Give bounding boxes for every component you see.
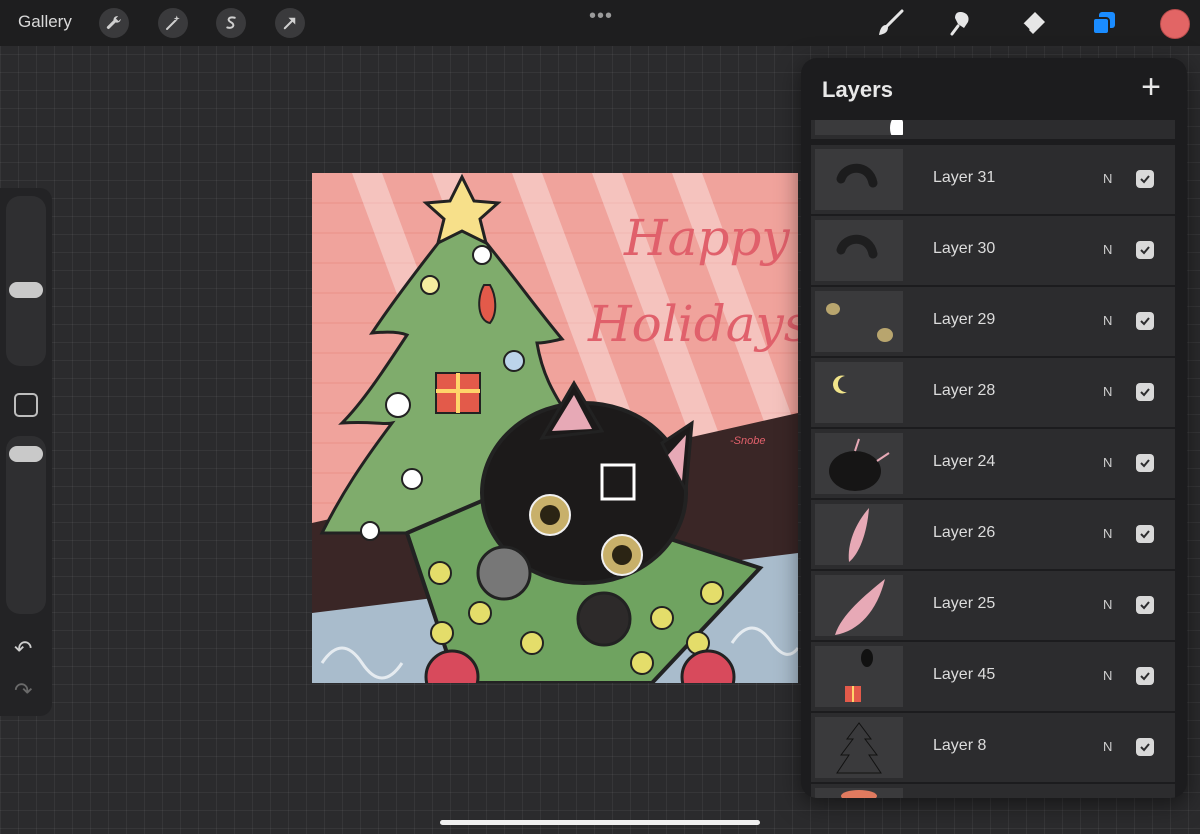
layer-name: Layer 31 xyxy=(933,169,996,186)
layer-row[interactable]: Layer 24 N xyxy=(811,429,1175,498)
layer-visibility-checkbox[interactable] xyxy=(1136,383,1154,401)
eraser-button[interactable] xyxy=(1016,6,1050,40)
checkmark-icon xyxy=(1140,317,1150,326)
layer-name: Layer 29 xyxy=(933,311,996,328)
left-sidebar: ↶ ↷ xyxy=(0,188,52,716)
checkmark-icon xyxy=(1140,530,1150,539)
layer-name: Layer 26 xyxy=(933,524,996,541)
checkmark-icon xyxy=(1140,175,1150,184)
layer-name: Layer 30 xyxy=(933,240,996,257)
smudge-icon xyxy=(950,12,969,36)
layer-visibility-checkbox[interactable] xyxy=(1136,241,1154,259)
layer-row[interactable]: Layer 26 N xyxy=(811,500,1175,569)
opacity-thumb[interactable] xyxy=(9,446,43,462)
layer-row[interactable]: Layer 31 N xyxy=(811,145,1175,214)
layer-row[interactable]: Layer 25 N xyxy=(811,571,1175,640)
color-picker-button[interactable] xyxy=(1160,9,1190,39)
layer-row[interactable]: Layer 8 N xyxy=(811,713,1175,782)
layer-row[interactable]: Layer 45 N xyxy=(811,642,1175,711)
opacity-slider[interactable] xyxy=(6,436,46,614)
blend-mode-button[interactable]: N xyxy=(1103,171,1112,186)
redo-icon[interactable]: ↷ xyxy=(14,678,32,704)
layer-row[interactable]: Layer 28 N xyxy=(811,358,1175,427)
layer-visibility-checkbox[interactable] xyxy=(1136,738,1154,756)
brush-size-thumb[interactable] xyxy=(9,282,43,298)
layer-name: Layer 45 xyxy=(933,666,996,683)
greeting-text-holidays: Holidays xyxy=(588,295,798,353)
layer-visibility-checkbox[interactable] xyxy=(1136,170,1154,188)
checkmark-icon xyxy=(1140,601,1150,610)
layers-panel: Layers + Layer 31 N Layer 30 N Layer 29 … xyxy=(801,58,1187,798)
layer-thumbnail xyxy=(815,575,903,636)
layer-row-partial-bottom[interactable] xyxy=(811,784,1175,798)
layer-visibility-checkbox[interactable] xyxy=(1136,596,1154,614)
undo-icon[interactable]: ↶ xyxy=(14,636,32,662)
layer-list[interactable]: Layer 31 N Layer 30 N Layer 29 N Layer 2… xyxy=(811,120,1175,798)
greeting-text-happy: Happy xyxy=(624,209,790,267)
checkmark-icon xyxy=(1140,672,1150,681)
top-toolbar: Gallery ••• xyxy=(0,0,1200,46)
layer-thumbnail xyxy=(815,120,903,135)
artwork-canvas[interactable]: Happy Holidays -Snobe xyxy=(312,173,798,683)
layer-name: Layer 28 xyxy=(933,382,996,399)
blend-mode-button[interactable]: N xyxy=(1103,739,1112,754)
blend-mode-button[interactable]: N xyxy=(1103,668,1112,683)
artist-signature: -Snobe xyxy=(730,435,766,447)
layer-name: Layer 25 xyxy=(933,595,996,612)
selection-icon xyxy=(226,16,236,29)
layer-thumbnail xyxy=(815,433,903,494)
layer-visibility-checkbox[interactable] xyxy=(1136,525,1154,543)
home-indicator[interactable] xyxy=(440,820,760,825)
eraser-icon xyxy=(1022,12,1045,34)
layers-button[interactable] xyxy=(1087,6,1121,40)
layer-visibility-checkbox[interactable] xyxy=(1136,667,1154,685)
checkmark-icon xyxy=(1140,246,1150,255)
selection-button[interactable] xyxy=(216,8,246,38)
smudge-button[interactable] xyxy=(944,6,978,40)
checkmark-icon xyxy=(1140,743,1150,752)
checkmark-icon xyxy=(1140,459,1150,468)
magic-wand-icon xyxy=(166,15,180,30)
actions-button[interactable] xyxy=(99,8,129,38)
blend-mode-button[interactable]: N xyxy=(1103,597,1112,612)
brush-button[interactable] xyxy=(873,6,907,40)
blend-mode-button[interactable]: N xyxy=(1103,526,1112,541)
modify-button[interactable] xyxy=(14,393,38,417)
gallery-button[interactable]: Gallery xyxy=(18,12,72,32)
wrench-icon xyxy=(106,16,121,29)
adjustments-button[interactable] xyxy=(158,8,188,38)
layer-name: Layer 24 xyxy=(933,453,996,470)
layer-visibility-checkbox[interactable] xyxy=(1136,454,1154,472)
layer-thumbnail xyxy=(815,788,903,798)
blend-mode-button[interactable]: N xyxy=(1103,313,1112,328)
layer-visibility-checkbox[interactable] xyxy=(1136,312,1154,330)
blend-mode-button[interactable]: N xyxy=(1103,242,1112,257)
layer-thumbnail xyxy=(815,646,903,707)
layer-thumbnail xyxy=(815,220,903,281)
transform-button[interactable] xyxy=(275,8,305,38)
layer-thumbnail xyxy=(815,291,903,352)
layer-thumbnail xyxy=(815,717,903,778)
layer-thumbnail xyxy=(815,504,903,565)
layers-panel-title: Layers xyxy=(822,77,893,102)
blend-mode-button[interactable]: N xyxy=(1103,455,1112,470)
checkmark-icon xyxy=(1140,388,1150,397)
layer-thumbnail xyxy=(815,149,903,210)
brush-size-slider[interactable] xyxy=(6,196,46,366)
add-layer-button[interactable]: + xyxy=(1136,70,1166,104)
brush-icon xyxy=(879,9,904,35)
layer-row[interactable]: Layer 30 N xyxy=(811,216,1175,285)
transform-icon xyxy=(283,17,296,30)
layer-thumbnail xyxy=(815,362,903,423)
layers-icon xyxy=(1092,12,1115,35)
layer-name: Layer 8 xyxy=(933,737,987,754)
layer-row[interactable]: Layer 29 N xyxy=(811,287,1175,356)
layer-row-partial-top[interactable] xyxy=(811,120,1175,139)
blend-mode-button[interactable]: N xyxy=(1103,384,1112,399)
more-options-icon[interactable]: ••• xyxy=(589,5,613,28)
